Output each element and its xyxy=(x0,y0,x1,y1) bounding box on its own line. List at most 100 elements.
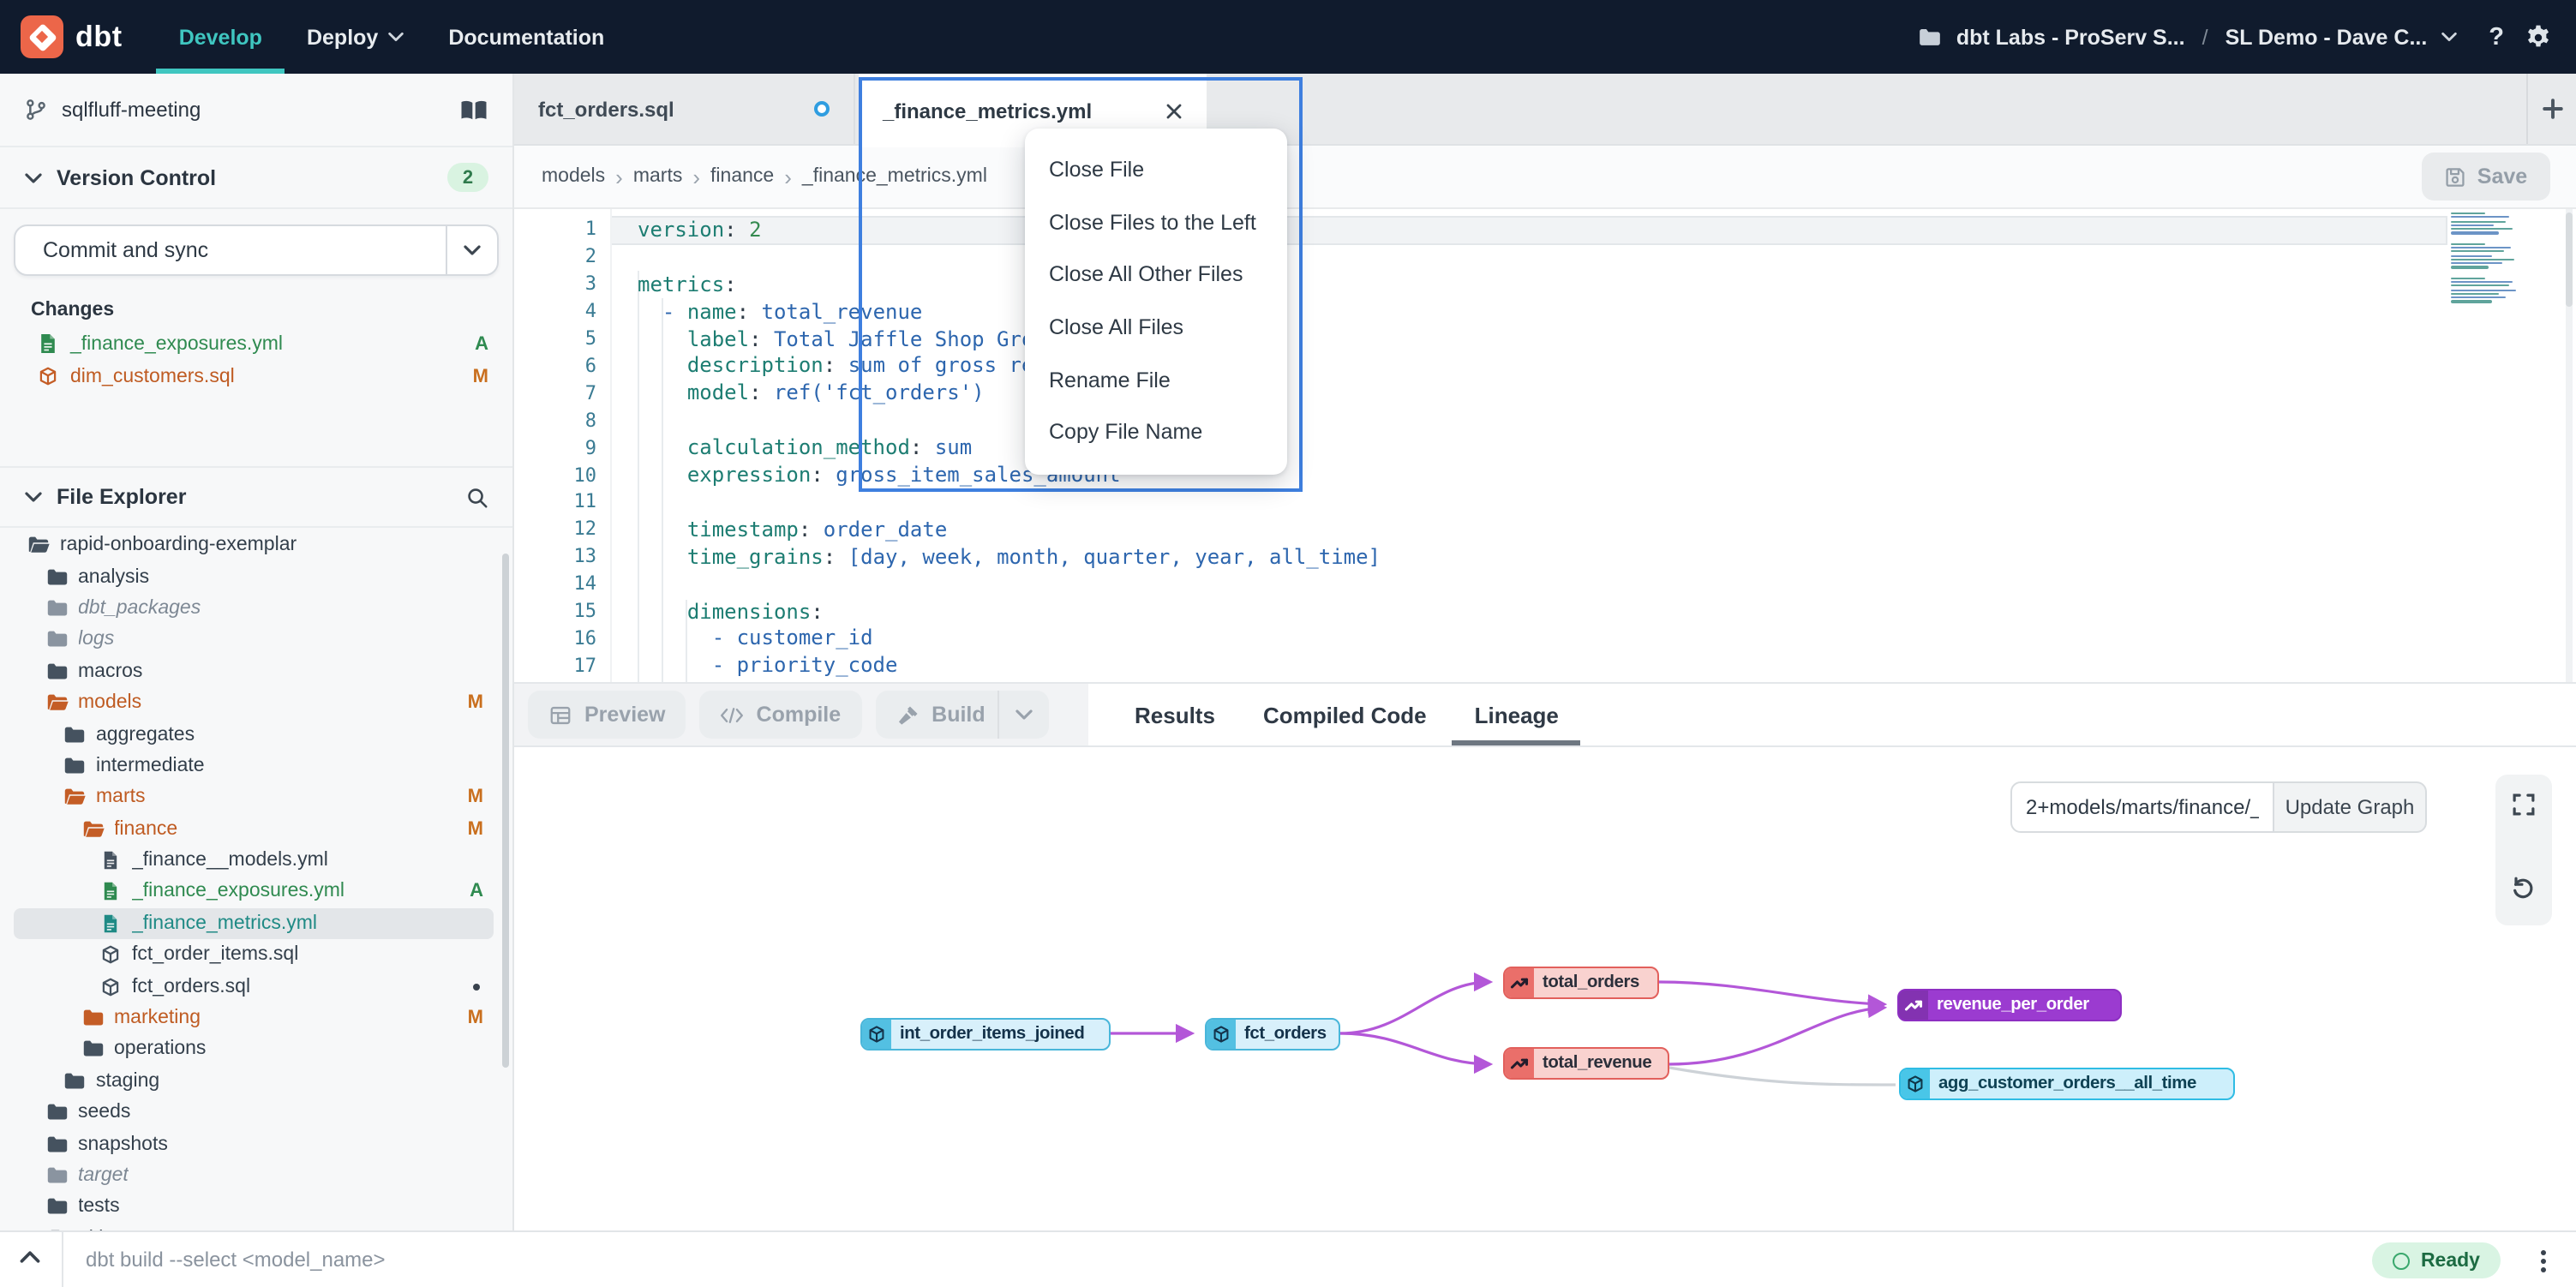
nav-item-documentation[interactable]: Documentation xyxy=(426,0,626,74)
breadcrumb-models[interactable]: models xyxy=(542,166,605,187)
tab-label: fct_orders.sql xyxy=(538,97,674,121)
tree-item-operations[interactable]: operations xyxy=(14,1034,494,1066)
nav-item-develop[interactable]: Develop xyxy=(157,0,285,74)
menu-item-close-all[interactable]: Close All Files xyxy=(1025,302,1287,354)
fullscreen-icon[interactable] xyxy=(2511,792,2537,817)
tree-item-seeds[interactable]: seeds xyxy=(14,1097,494,1128)
lineage-node-total_revenue[interactable]: total_revenue xyxy=(1503,1047,1669,1080)
tree-item-_finance_metrics.yml[interactable]: _finance_metrics.yml xyxy=(14,907,494,939)
commit-options-button[interactable] xyxy=(446,226,497,274)
lineage-node-fct_orders[interactable]: fct_orders xyxy=(1205,1018,1340,1051)
folder-open-icon xyxy=(81,818,104,839)
lineage-node-int_order_items_joined[interactable]: int_order_items_joined xyxy=(860,1018,1111,1051)
help-button[interactable]: ? xyxy=(2489,23,2504,51)
tree-item-logs[interactable]: logs xyxy=(14,624,494,655)
tree-item-marts[interactable]: martsM xyxy=(14,781,494,813)
tree-item-label: _finance_exposures.yml xyxy=(132,882,344,902)
button-label: Compile xyxy=(757,703,842,727)
compile-button[interactable]: Compile xyxy=(700,691,862,739)
tree-item-macros[interactable]: macros xyxy=(14,655,494,687)
changed-file-row[interactable]: _finance_exposures.ymlA xyxy=(0,327,512,360)
tree-item-rapid-onboarding-exemplar[interactable]: rapid-onboarding-exemplar xyxy=(14,530,494,561)
minimap[interactable] xyxy=(2451,213,2519,312)
tree-item-staging[interactable]: staging xyxy=(14,1065,494,1097)
build-button[interactable]: Build xyxy=(875,691,1049,739)
tab-fct-orders-sql[interactable]: fct_orders.sql xyxy=(514,74,855,144)
nav-item-deploy[interactable]: Deploy xyxy=(285,0,426,74)
tab-lineage[interactable]: Lineage xyxy=(1451,684,1583,745)
tree-item-fct_orders.sql[interactable]: fct_orders.sql xyxy=(14,971,494,1003)
status-ring-icon xyxy=(2393,1252,2411,1269)
changed-file-row[interactable]: dim_customers.sqlM xyxy=(0,360,512,392)
lineage-node-revenue_per_order[interactable]: revenue_per_order xyxy=(1897,989,2122,1021)
tree-item-models[interactable]: modelsM xyxy=(14,687,494,719)
commit-and-sync-button[interactable]: Commit and sync xyxy=(14,224,499,276)
account-name[interactable]: dbt Labs - ProServ S... xyxy=(1956,25,2185,49)
lineage-node-total_orders[interactable]: total_orders xyxy=(1503,967,1659,999)
chevron-up-icon[interactable] xyxy=(19,1249,41,1265)
line-number: 5 xyxy=(514,327,596,350)
save-button[interactable]: Save xyxy=(2422,153,2550,201)
tree-item-marketing[interactable]: marketingM xyxy=(14,1003,494,1034)
minimap-line xyxy=(2451,262,2501,264)
folder-icon xyxy=(45,630,68,650)
tree-item-intermediate[interactable]: intermediate xyxy=(14,750,494,781)
node-type-strip xyxy=(862,1020,891,1049)
menu-item-rename-file[interactable]: Rename File xyxy=(1025,354,1287,406)
tree-item-finance[interactable]: financeM xyxy=(14,813,494,845)
version-control-header[interactable]: Version Control 2 xyxy=(0,147,512,209)
code-editor[interactable]: 1version: 223metrics:4 - name: total_rev… xyxy=(514,209,2576,682)
command-input[interactable] xyxy=(86,1232,2348,1287)
menu-item-copy-file-name[interactable]: Copy File Name xyxy=(1025,406,1287,458)
node-label: total_revenue xyxy=(1534,1054,1663,1073)
button-label: Build xyxy=(932,703,985,727)
dbt-logo-icon xyxy=(21,15,63,58)
code-line-17: 17 - priority_code xyxy=(514,652,2576,679)
menu-item-close-all-other[interactable]: Close All Other Files xyxy=(1025,248,1287,301)
tree-item-analysis[interactable]: analysis xyxy=(14,561,494,593)
tree-item-gitignore[interactable]: gitignore xyxy=(14,1223,494,1230)
menu-item-close-file[interactable]: Close File xyxy=(1025,144,1287,196)
lineage-node-agg_customer_orders__all_time[interactable]: agg_customer_orders__all_time xyxy=(1899,1068,2235,1100)
file-explorer-header[interactable]: File Explorer xyxy=(0,466,512,528)
update-graph-button[interactable]: Update Graph xyxy=(2274,781,2427,833)
search-icon[interactable] xyxy=(466,486,488,508)
tree-item-fct_order_items.sql[interactable]: fct_order_items.sql xyxy=(14,939,494,971)
file-tree-scrollbar[interactable] xyxy=(501,554,509,1068)
breadcrumb-file[interactable]: _finance_metrics.yml xyxy=(802,166,987,187)
changes-label: Changes xyxy=(31,300,512,320)
kebab-menu-icon[interactable] xyxy=(2540,1249,2547,1273)
chevron-down-icon[interactable] xyxy=(2441,31,2458,43)
git-status-badge: M xyxy=(468,818,483,839)
breadcrumb-marts[interactable]: marts xyxy=(633,166,683,187)
tree-item-_finance_exposures.yml[interactable]: _finance_exposures.ymlA xyxy=(14,877,494,908)
docs-book-icon[interactable] xyxy=(459,99,488,121)
tree-item-snapshots[interactable]: snapshots xyxy=(14,1128,494,1160)
tree-item-label: tests xyxy=(78,1197,120,1218)
preview-button[interactable]: Preview xyxy=(528,691,686,739)
dbt-logo[interactable]: dbt xyxy=(21,15,123,58)
menu-item-close-files-left[interactable]: Close Files to the Left xyxy=(1025,196,1287,248)
build-options-button[interactable] xyxy=(997,691,1049,739)
gear-icon[interactable] xyxy=(2525,23,2552,51)
code-line-8: 8 xyxy=(514,407,2576,434)
tab-compiled-code[interactable]: Compiled Code xyxy=(1239,684,1451,745)
folder-icon xyxy=(63,1071,86,1092)
code-line-4: 4 - name: total_revenue xyxy=(514,297,2576,325)
tree-item-_finance__models.yml[interactable]: _finance__models.yml xyxy=(14,845,494,877)
close-icon[interactable] xyxy=(1165,102,1183,119)
tree-item-label: dbt_packages xyxy=(78,598,201,619)
tree-item-aggregates[interactable]: aggregates xyxy=(14,719,494,751)
breadcrumb-finance[interactable]: finance xyxy=(710,166,774,187)
project-name[interactable]: SL Demo - Dave C... xyxy=(2226,25,2428,49)
tree-item-dbt_packages[interactable]: dbt_packages xyxy=(14,593,494,625)
tree-item-target[interactable]: target xyxy=(14,1160,494,1192)
new-tab-button[interactable] xyxy=(2542,98,2564,120)
branch-name[interactable]: sqlfluff-meeting xyxy=(62,98,446,122)
lineage-selector-input[interactable] xyxy=(2010,781,2274,833)
tree-item-label: fct_orders.sql xyxy=(132,976,250,997)
tree-item-tests[interactable]: tests xyxy=(14,1191,494,1223)
reset-view-icon[interactable] xyxy=(2511,874,2537,900)
tab-results[interactable]: Results xyxy=(1111,684,1239,745)
editor-scrollbar[interactable] xyxy=(2566,213,2573,307)
